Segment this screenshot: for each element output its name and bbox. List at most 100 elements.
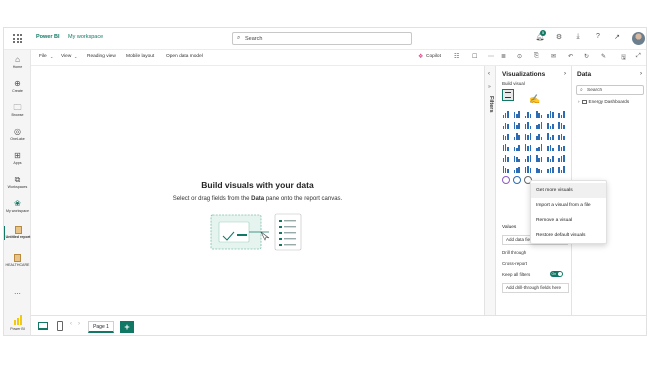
visual-type-extra-2-icon[interactable] [513, 176, 522, 184]
open-data-model-button[interactable]: Open data model [166, 54, 203, 59]
nav-more[interactable]: ... [4, 287, 31, 296]
mobile-layout-button[interactable]: Mobile layout [126, 54, 154, 59]
copilot-button[interactable]: Copilot [426, 54, 441, 59]
ribbon-menu-icon[interactable]: ≣ [501, 53, 506, 60]
menu-import-visual[interactable]: Import a visual from a file [531, 198, 606, 213]
menu-remove-visual[interactable]: Remove a visual [531, 213, 606, 228]
visual-type-19-icon[interactable] [502, 143, 510, 151]
reading-view-button[interactable]: Reading view [87, 54, 116, 59]
edit-icon[interactable]: ✎ [601, 53, 606, 60]
visual-type-17-icon[interactable] [547, 132, 555, 140]
nav-browse[interactable]: 🗀︎ Browse [4, 103, 31, 118]
visual-type-7-icon[interactable] [502, 121, 510, 129]
visual-type-15-icon[interactable] [524, 132, 532, 140]
visual-type-3-icon[interactable] [524, 110, 532, 118]
build-visual-tab[interactable] [502, 89, 514, 101]
help-icon[interactable]: ? [593, 33, 603, 40]
visual-type-4-icon[interactable] [536, 110, 544, 118]
menu-get-more-visuals[interactable]: Get more visuals [531, 183, 606, 198]
visual-type-30-icon[interactable] [558, 154, 566, 162]
visual-type-6-icon[interactable] [558, 110, 566, 118]
collapse-icon[interactable]: ‹ [488, 71, 490, 77]
mobile-view-icon[interactable] [57, 321, 63, 331]
visual-type-27-icon[interactable] [524, 154, 532, 162]
page-tab-1[interactable]: Page 1 [88, 321, 114, 333]
data-search-input[interactable] [587, 87, 642, 94]
format-visual-tab[interactable]: ✍ [529, 89, 541, 104]
visual-type-28-icon[interactable] [536, 154, 544, 162]
brand-name[interactable]: Power BI [36, 34, 60, 40]
visual-type-34-icon[interactable] [536, 165, 544, 173]
nav-apps[interactable]: ⊞ Apps [4, 151, 31, 166]
data-search-box[interactable]: ⌕ [576, 85, 644, 95]
visual-type-25-icon[interactable] [502, 154, 510, 162]
next-page-icon[interactable]: › [78, 321, 80, 327]
nav-onelake[interactable]: ◎ OneLake [4, 127, 31, 142]
nav-healthcare[interactable]: HEALTHCARE [4, 254, 31, 268]
visual-type-35-icon[interactable] [547, 165, 555, 173]
visual-type-18-icon[interactable] [558, 132, 566, 140]
visual-type-22-icon[interactable] [536, 143, 544, 151]
visual-type-32-icon[interactable] [513, 165, 521, 173]
search-input[interactable] [245, 34, 405, 44]
export-icon[interactable]: ⊙ [517, 53, 522, 60]
download-icon[interactable]: ⤓ [573, 33, 583, 41]
table-energy-dashboards[interactable]: › Energy Dashboards [578, 99, 629, 104]
collapse-data-icon[interactable]: › [640, 71, 642, 77]
visual-type-2-icon[interactable] [513, 110, 521, 118]
visual-type-21-icon[interactable] [524, 143, 532, 151]
visual-type-extra-1-icon[interactable] [502, 176, 510, 184]
visual-type-29-icon[interactable] [547, 154, 555, 162]
visual-type-8-icon[interactable] [513, 121, 521, 129]
visual-type-23-icon[interactable] [547, 143, 555, 151]
chat-icon[interactable]: ✉ [551, 53, 556, 60]
comment-icon[interactable]: ☐ [472, 53, 477, 60]
global-search[interactable]: ⌕ [232, 32, 412, 45]
visual-type-1-icon[interactable] [502, 110, 510, 118]
settings-icon[interactable]: ⚙ [554, 33, 564, 41]
visual-type-13-icon[interactable] [502, 132, 510, 140]
filters-pane-collapsed[interactable]: ‹ » Filters [484, 66, 496, 315]
undo-icon[interactable]: ↶ [568, 53, 573, 60]
drill-through-well[interactable]: Add drill-through fields here [502, 283, 569, 293]
visual-type-5-icon[interactable] [547, 110, 555, 118]
visual-type-24-icon[interactable] [558, 143, 566, 151]
report-canvas[interactable]: Build visuals with your data Select or d… [31, 66, 484, 315]
share-report-icon[interactable]: ⎘ [534, 53, 539, 60]
visual-type-9-icon[interactable] [524, 121, 532, 129]
nav-workspaces[interactable]: ⧉ Workspaces [4, 175, 31, 190]
keep-filters-toggle[interactable]: On [550, 271, 563, 277]
workspace-breadcrumb[interactable]: My workspace [68, 34, 103, 40]
visual-type-33-icon[interactable] [524, 165, 532, 173]
visual-type-26-icon[interactable] [513, 154, 521, 162]
save-icon[interactable]: 🖫︎ [621, 53, 626, 63]
visual-type-36-icon[interactable] [558, 165, 566, 173]
desktop-view-icon[interactable] [38, 322, 48, 330]
ribbon-tool-icon[interactable]: ☷ [454, 53, 459, 60]
visual-type-20-icon[interactable] [513, 143, 521, 151]
avatar[interactable] [632, 32, 645, 45]
previous-page-icon[interactable]: ‹ [70, 321, 72, 327]
nav-create[interactable]: ⊕ Create [4, 79, 31, 94]
collapse-viz-icon[interactable]: › [564, 71, 566, 77]
visual-type-14-icon[interactable] [513, 132, 521, 140]
expand-filters-icon[interactable]: » [488, 84, 491, 90]
visual-type-11-icon[interactable] [547, 121, 555, 129]
share-icon[interactable]: ↗ [612, 33, 622, 41]
visual-type-12-icon[interactable] [558, 121, 566, 129]
nav-my-workspace[interactable]: ❀ My workspace [4, 199, 31, 214]
report-icon [14, 254, 21, 262]
more-options-icon[interactable]: ⋯ [488, 53, 494, 60]
menu-restore-default-visuals[interactable]: Restore default visuals [531, 228, 606, 243]
expand-icon[interactable]: ⤢ [636, 53, 641, 60]
visual-type-31-icon[interactable] [502, 165, 510, 173]
file-menu[interactable]: File [39, 54, 47, 59]
visual-type-10-icon[interactable] [536, 121, 544, 129]
nav-home[interactable]: ⌂ Home [4, 55, 31, 70]
view-menu[interactable]: View [61, 54, 71, 59]
nav-untitled-report[interactable]: Untitled report [4, 226, 31, 240]
visual-type-16-icon[interactable] [536, 132, 544, 140]
redo-icon[interactable]: ↻ [584, 53, 589, 60]
add-page-button[interactable]: + [120, 321, 134, 333]
app-launcher-icon[interactable] [13, 34, 22, 43]
